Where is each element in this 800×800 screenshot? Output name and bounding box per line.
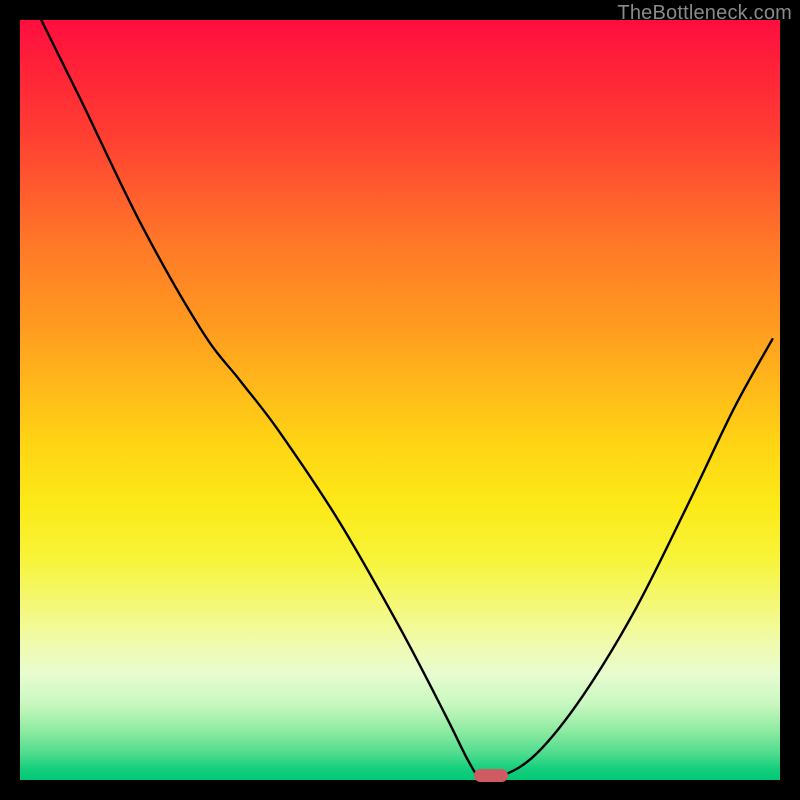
bottleneck-curve [41, 20, 772, 778]
optimum-marker [474, 769, 508, 782]
chart-frame: TheBottleneck.com [0, 0, 800, 800]
watermark-text: TheBottleneck.com [617, 2, 792, 25]
plot-area [20, 20, 780, 780]
curve-svg [20, 20, 780, 780]
